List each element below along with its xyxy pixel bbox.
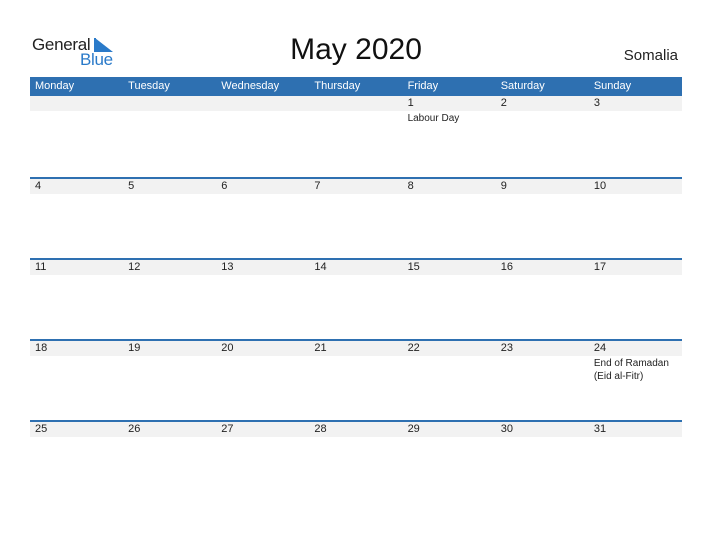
day-number: 25 xyxy=(35,423,48,435)
date-strip: 4 5 6 7 8 9 10 xyxy=(30,179,682,194)
holiday-event xyxy=(30,194,123,195)
holiday-event: Labour Day xyxy=(407,113,460,124)
day-number: 22 xyxy=(407,342,420,354)
day-number xyxy=(309,96,402,111)
holiday-event xyxy=(589,437,682,438)
weekday-thursday: Thursday xyxy=(314,80,361,92)
day-number: 5 xyxy=(128,180,135,192)
holiday-event xyxy=(216,437,309,438)
holiday-event xyxy=(309,111,402,125)
date-strip: 18 19 20 21 22 23 24 xyxy=(30,341,682,356)
holiday-event xyxy=(216,194,309,195)
day-number: 21 xyxy=(314,342,327,354)
day-number: 6 xyxy=(221,180,228,192)
holiday-event xyxy=(30,275,123,276)
weekday-wednesday: Wednesday xyxy=(221,80,280,92)
holiday-event xyxy=(216,275,309,276)
week-row: 4 5 6 7 8 9 10 xyxy=(30,177,682,258)
holiday-event xyxy=(30,437,123,438)
day-number xyxy=(216,96,309,111)
holiday-event xyxy=(403,275,496,276)
holiday-event xyxy=(496,275,589,276)
day-number: 10 xyxy=(593,180,607,192)
holiday-event xyxy=(309,437,402,438)
holiday-event xyxy=(216,111,309,125)
holiday-event xyxy=(30,111,123,125)
holiday-event xyxy=(496,194,589,195)
country-label: Somalia xyxy=(623,47,678,64)
holiday-event xyxy=(123,194,216,195)
day-number xyxy=(30,96,123,111)
holiday-event xyxy=(403,356,496,383)
holiday-event xyxy=(216,356,309,383)
day-number: 26 xyxy=(128,423,141,435)
day-number: 7 xyxy=(314,180,321,192)
day-number: 4 xyxy=(35,180,42,192)
day-number: 20 xyxy=(221,342,234,354)
day-number: 24 xyxy=(593,342,607,354)
day-number: 31 xyxy=(593,423,607,435)
holiday-event xyxy=(309,356,402,383)
calendar-title: May 2020 xyxy=(290,33,422,66)
day-number: 1 xyxy=(407,97,414,109)
day-number: 11 xyxy=(35,261,47,273)
day-number: 2 xyxy=(500,97,507,109)
events-row xyxy=(30,275,682,276)
day-number: 23 xyxy=(500,342,513,354)
day-number: 14 xyxy=(314,261,327,273)
holiday-event xyxy=(403,437,496,438)
holiday-event xyxy=(589,111,682,125)
day-number: 16 xyxy=(500,261,513,273)
day-number: 30 xyxy=(500,423,513,435)
day-number: 18 xyxy=(35,342,48,354)
day-number: 9 xyxy=(500,180,507,192)
holiday-event xyxy=(589,275,682,276)
week-row: 25 26 27 28 29 30 31 xyxy=(30,420,682,501)
week-row: 11 12 13 14 15 16 17 xyxy=(30,258,682,339)
calendar-grid: Monday Tuesday Wednesday Thursday Friday… xyxy=(30,77,682,501)
weekday-friday: Friday xyxy=(407,80,439,92)
day-number: 27 xyxy=(221,423,234,435)
day-number: 12 xyxy=(128,261,141,273)
weekday-header: Monday Tuesday Wednesday Thursday Friday… xyxy=(30,77,682,96)
day-number: 19 xyxy=(128,342,141,354)
date-strip: 11 12 13 14 15 16 17 xyxy=(30,260,682,275)
events-row: Labour Day xyxy=(30,111,682,125)
events-row xyxy=(30,194,682,195)
weekday-tuesday: Tuesday xyxy=(128,80,170,92)
holiday-event xyxy=(309,194,402,195)
holiday-event xyxy=(123,356,216,383)
day-number: 28 xyxy=(314,423,327,435)
weekday-sunday: Sunday xyxy=(593,80,632,92)
holiday-event xyxy=(496,111,589,125)
weekday-saturday: Saturday xyxy=(500,80,545,92)
holiday-event: End of Ramadan (Eid al-Fitr) xyxy=(593,358,669,382)
holiday-event xyxy=(123,111,216,125)
day-number: 3 xyxy=(593,97,600,109)
events-row xyxy=(30,437,682,438)
holiday-event xyxy=(309,275,402,276)
holiday-event xyxy=(496,437,589,438)
weekday-monday: Monday xyxy=(35,80,75,92)
holiday-event xyxy=(123,275,216,276)
date-strip: 1 2 3 xyxy=(30,96,682,111)
holiday-event xyxy=(496,356,589,383)
holiday-event xyxy=(30,356,123,383)
events-row: End of Ramadan (Eid al-Fitr) xyxy=(30,356,682,383)
day-number: 29 xyxy=(407,423,420,435)
day-number: 13 xyxy=(221,261,234,273)
holiday-event xyxy=(589,194,682,195)
holiday-event xyxy=(123,437,216,438)
day-number: 17 xyxy=(593,261,607,273)
day-number xyxy=(123,96,216,111)
week-row: 1 2 3 Labour Day xyxy=(30,96,682,177)
holiday-event xyxy=(403,194,496,195)
day-number: 8 xyxy=(407,180,414,192)
date-strip: 25 26 27 28 29 30 31 xyxy=(30,422,682,437)
day-number: 15 xyxy=(407,261,420,273)
week-row: 18 19 20 21 22 23 24 End of Ramadan (Eid al-Fit… xyxy=(30,339,682,420)
